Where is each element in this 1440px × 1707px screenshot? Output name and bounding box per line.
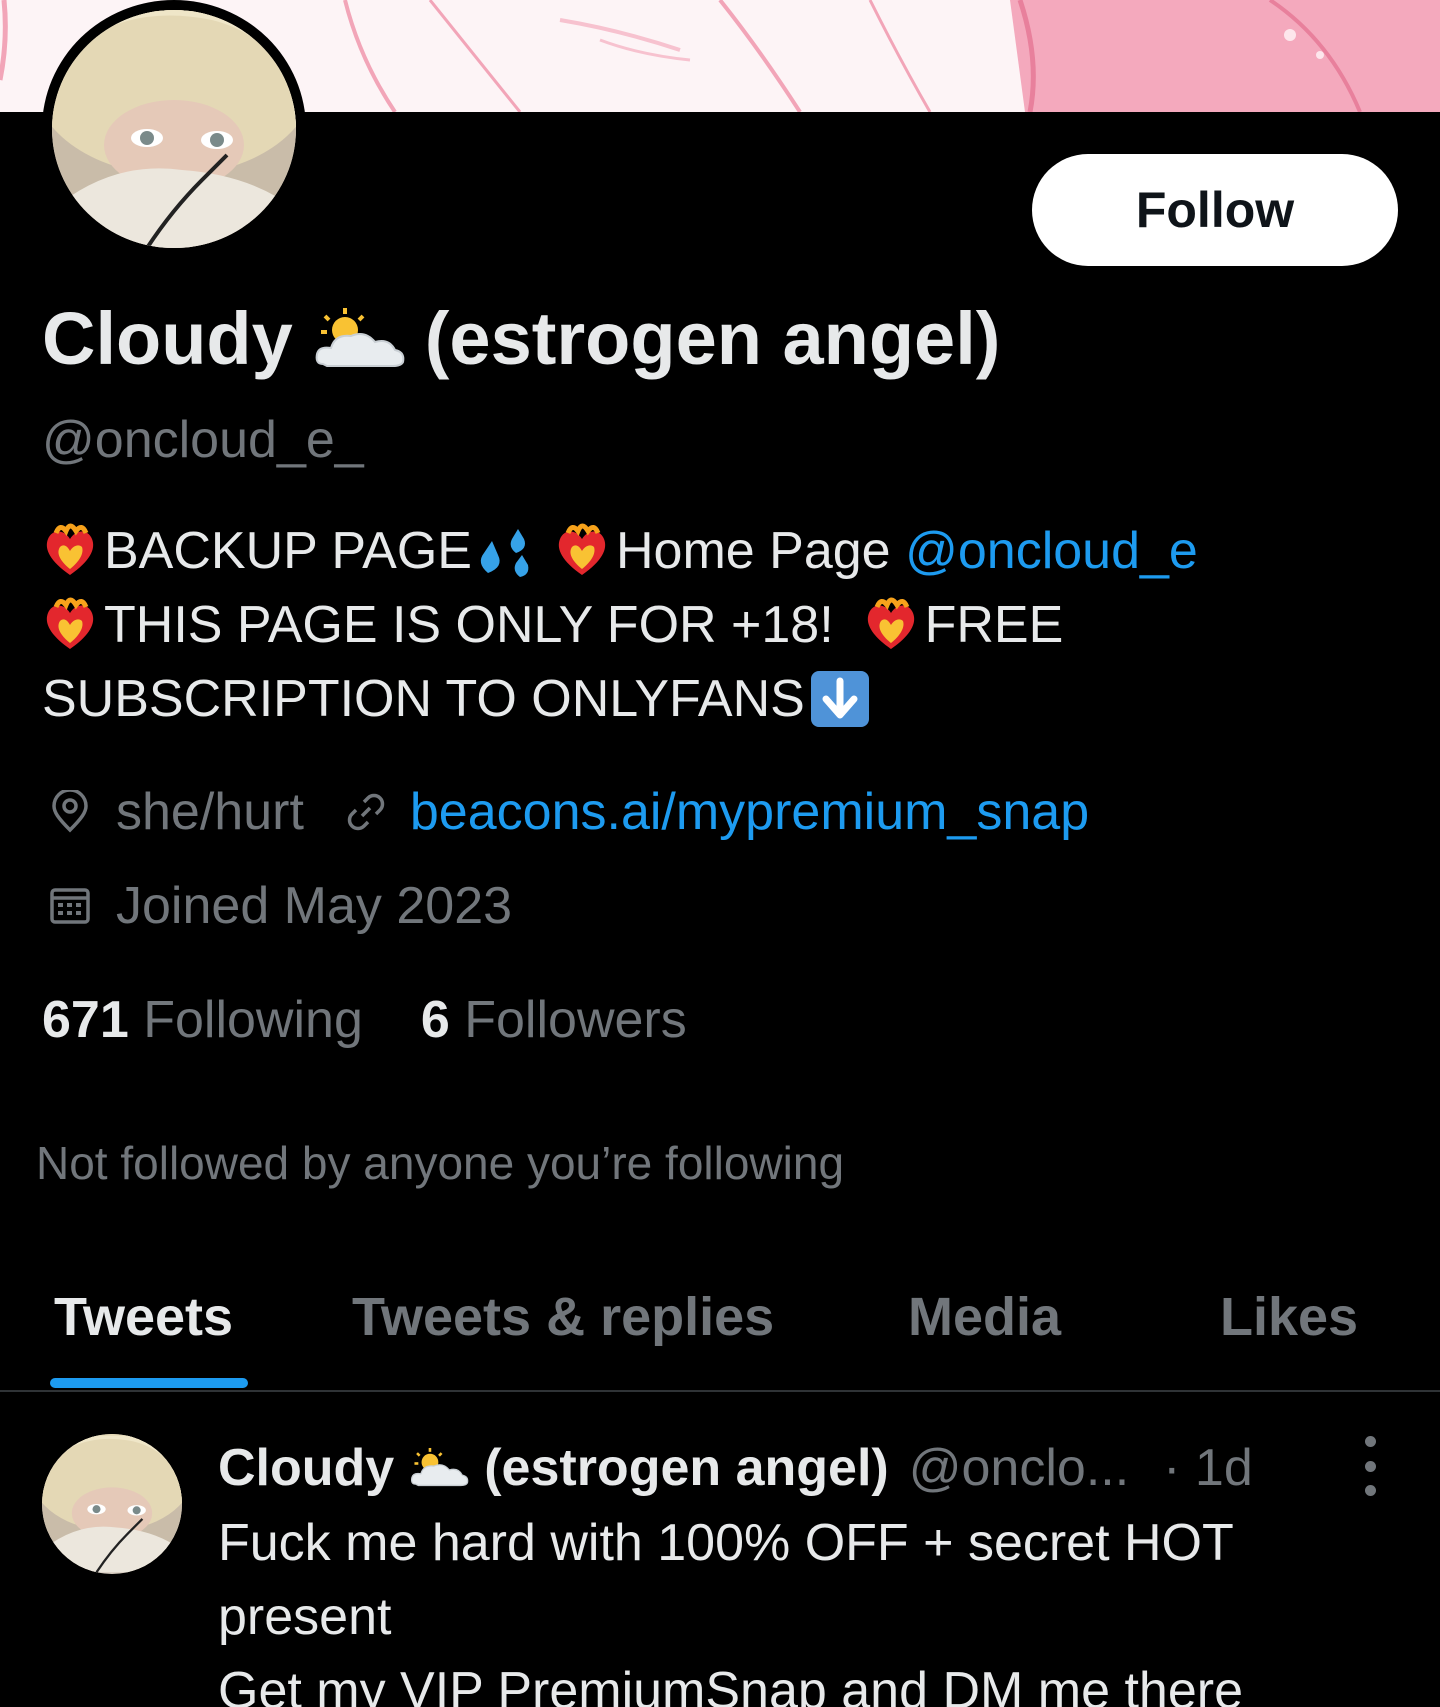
heart-on-fire-icon	[46, 523, 94, 575]
not-followed-notice: Not followed by anyone you’re following	[36, 1137, 845, 1189]
bio-age-text: THIS PAGE IS ONLY FOR +18!	[104, 596, 834, 654]
location-pin-icon	[52, 790, 88, 833]
tweet-author-handle[interactable]: @onclo...	[909, 1438, 1129, 1498]
profile-joined-row: Joined May 2023	[48, 876, 512, 936]
calendar-icon	[50, 888, 90, 924]
profile-avatar[interactable]	[42, 0, 306, 258]
bio-line-1: BACKUP PAGE Home Page @oncloud_e	[42, 514, 1382, 588]
bio-backup-text: BACKUP PAGE	[104, 522, 472, 580]
sun-behind-cloud-icon	[411, 1447, 469, 1487]
followers-label: Followers	[464, 991, 687, 1049]
profile-display-name: Cloudy (estrogen angel)	[42, 296, 1000, 381]
bio-line-2: THIS PAGE IS ONLY FOR +18! FREE	[42, 588, 1382, 662]
profile-website-link[interactable]: beacons.ai/mypremium_snap	[410, 782, 1089, 842]
tab-tweets-replies[interactable]: Tweets & replies	[352, 1286, 774, 1348]
tweet-author-suffix: (estrogen angel)	[484, 1439, 889, 1497]
profile-page: Follow Cloudy (estrogen angel) @oncloud_…	[0, 0, 1440, 1707]
followers-count: 6	[420, 991, 450, 1049]
profile-stats: 671 Following 6 Followers	[42, 990, 687, 1050]
tweet-more-options-icon[interactable]	[1352, 1436, 1388, 1496]
tweet-line: Get my VIP PremiumSnap and DM me there	[218, 1662, 1243, 1707]
tab-tweets[interactable]: Tweets	[54, 1286, 233, 1348]
tweet-timestamp[interactable]: · 1d	[1163, 1438, 1253, 1498]
sweat-droplets-icon	[480, 529, 529, 577]
profile-meta-links: she/hurt beacons.ai/mypremium_snap	[48, 782, 1089, 842]
active-tab-indicator	[50, 1378, 248, 1388]
sun-behind-cloud-icon	[315, 307, 405, 367]
link-icon	[347, 793, 385, 831]
following-label: Following	[143, 991, 363, 1049]
bio-free-text: FREE	[924, 596, 1064, 654]
bio-line-3: SUBSCRIPTION TO ONLYFANS	[42, 662, 1382, 736]
heart-on-fire-icon	[558, 523, 606, 575]
tweet-header: Cloudy (estrogen angel) @onclo... · 1d	[218, 1438, 1253, 1498]
down-arrow-icon	[810, 671, 869, 727]
bio-home-page-text: Home Page	[616, 522, 891, 580]
tab-likes[interactable]: Likes	[1220, 1286, 1358, 1348]
following-count: 671	[42, 991, 129, 1049]
profile-handle: @oncloud_e_	[42, 411, 364, 469]
tweet-text[interactable]: Fuck me hard with 100% OFF + secret HOT …	[218, 1506, 1398, 1707]
profile-joined-date: Joined May 2023	[116, 877, 513, 935]
tweet-author-name[interactable]: Cloudy (estrogen angel)	[218, 1438, 889, 1498]
follow-button[interactable]: Follow	[1032, 154, 1398, 266]
tweet-line: Fuck me hard with 100% OFF + secret HOT	[218, 1514, 1234, 1572]
bio-mention-link[interactable]: @oncloud_e	[905, 514, 1198, 588]
tweet-author-first: Cloudy	[218, 1439, 395, 1497]
tweet-avatar[interactable]	[42, 1434, 182, 1574]
following-stat[interactable]: 671 Following	[42, 990, 363, 1050]
heart-on-fire-icon	[46, 597, 94, 649]
tweet-line: present	[218, 1588, 392, 1646]
heart-on-fire-icon	[867, 597, 914, 649]
followers-stat[interactable]: 6 Followers	[421, 990, 687, 1050]
display-name-text: Cloudy	[42, 297, 293, 380]
tab-media[interactable]: Media	[908, 1286, 1061, 1348]
profile-location: she/hurt	[116, 783, 304, 841]
display-name-suffix: (estrogen angel)	[424, 297, 1001, 380]
bio-subscription-text: SUBSCRIPTION TO ONLYFANS	[42, 670, 805, 728]
profile-bio: BACKUP PAGE Home Page @oncloud_e THIS PA…	[42, 514, 1382, 736]
avatar-photo	[52, 10, 296, 248]
profile-tabs: Tweets Tweets & replies Media Likes	[0, 1270, 1440, 1392]
